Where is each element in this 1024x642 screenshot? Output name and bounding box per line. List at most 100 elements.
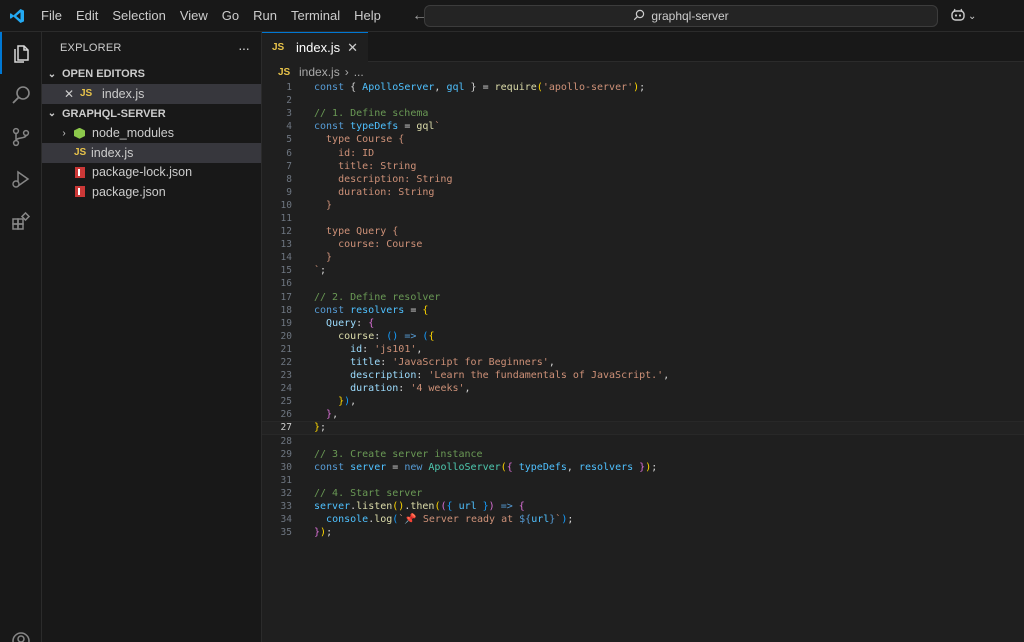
close-icon[interactable]: ✕ (64, 87, 80, 101)
line-number: 29 (280, 448, 292, 460)
code-line[interactable]: 32 // 4. Start server (262, 487, 1024, 500)
code-token: url (458, 501, 477, 513)
code-token: description: String (314, 173, 453, 185)
code-token: require (494, 82, 537, 94)
code-line[interactable]: 9 duration: String (262, 186, 1024, 199)
close-tab-icon[interactable]: ✕ (347, 40, 358, 56)
line-number: 21 (280, 343, 292, 355)
project-section[interactable]: ⌄ GRAPHQL-SERVER (42, 104, 261, 124)
code-editor[interactable]: 1 const { ApolloServer, gql } = require('… (262, 81, 1024, 539)
code-line[interactable]: 15 `; (262, 264, 1024, 277)
code-line[interactable]: 1 const { ApolloServer, gql } = require('… (262, 81, 1024, 94)
account-icon[interactable] (0, 620, 42, 642)
code-line[interactable]: 30 const server = new ApolloServer({ type… (262, 461, 1024, 474)
breadcrumb-file[interactable]: index.js (299, 65, 340, 79)
run-debug-icon[interactable] (0, 158, 42, 200)
line-number: 28 (280, 435, 292, 447)
copilot-icon (950, 8, 966, 25)
code-line[interactable]: 23 description: 'Learn the fundamentals … (262, 369, 1024, 382)
code-line[interactable]: 10 } (262, 199, 1024, 212)
code-token: new (404, 461, 429, 473)
line-number: 7 (286, 160, 292, 172)
code-token: { (506, 461, 519, 473)
code-line[interactable]: 19 Query: { (262, 317, 1024, 330)
code-line[interactable]: 5 type Course { (262, 133, 1024, 146)
tree-item-package-json[interactable]: package.json (42, 182, 261, 202)
extensions-icon[interactable] (0, 200, 42, 242)
line-number: 17 (280, 291, 292, 303)
code-line[interactable]: 2 (262, 94, 1024, 107)
menu-run[interactable]: Run (246, 0, 284, 32)
menu-terminal[interactable]: Terminal (284, 0, 347, 32)
code-line[interactable]: 13 course: Course (262, 238, 1024, 251)
code-token: typeDefs (350, 121, 399, 133)
editor-tabs: JS index.js ✕ (262, 32, 1024, 62)
tab-index-js[interactable]: JS index.js ✕ (262, 32, 368, 62)
code-line[interactable]: 18 const resolvers = { (262, 304, 1024, 317)
code-token: ; (567, 514, 574, 526)
line-source: const { ApolloServer, gql } = require('a… (314, 82, 645, 93)
code-line[interactable]: 7 title: String (262, 160, 1024, 173)
code-line[interactable]: 29 // 3. Create server instance (262, 448, 1024, 461)
code-line[interactable]: 17 // 2. Define resolver (262, 291, 1024, 304)
line-source: course: () => ({ (314, 331, 434, 342)
code-line[interactable]: 3 // 1. Define schema (262, 107, 1024, 120)
code-line[interactable]: 21 id: 'js101', (262, 343, 1024, 356)
source-control-icon[interactable] (0, 116, 42, 158)
explorer-title: EXPLORER (60, 42, 122, 54)
chevron-down-icon: ⌄ (47, 108, 57, 119)
code-token: '4 weeks' (410, 383, 465, 395)
code-line[interactable]: 24 duration: '4 weeks', (262, 382, 1024, 395)
more-actions-icon[interactable]: ··· (238, 40, 250, 56)
menu-help[interactable]: Help (347, 0, 388, 32)
code-line[interactable]: 16 (262, 277, 1024, 290)
line-number: 3 (286, 108, 292, 120)
code-line[interactable]: 31 (262, 474, 1024, 487)
code-line[interactable]: 4 const typeDefs = gql` (262, 120, 1024, 133)
code-token: const (314, 82, 351, 94)
code-line[interactable]: 6 id: ID (262, 146, 1024, 159)
code-token: 'js101' (374, 343, 417, 355)
code-line[interactable]: 28 (262, 435, 1024, 448)
code-line[interactable]: 12 type Query { (262, 225, 1024, 238)
explorer-icon[interactable] (0, 32, 42, 74)
code-token: { (428, 330, 435, 342)
menu-file[interactable]: File (34, 0, 69, 32)
code-token: console (326, 514, 369, 526)
line-source: console.log(`📌 Server ready at ${url}`); (314, 514, 573, 525)
code-line[interactable]: 11 (262, 212, 1024, 225)
tree-item-node-modules[interactable]: › node_modules (42, 124, 261, 144)
breadcrumb-symbol[interactable]: ... (354, 65, 364, 79)
code-line[interactable]: 34 console.log(`📌 Server ready at ${url}… (262, 513, 1024, 526)
code-token: ; (651, 461, 658, 473)
open-editor-item[interactable]: ✕ JS index.js (42, 84, 261, 104)
code-token: , (332, 409, 339, 421)
open-editors-section[interactable]: ⌄ OPEN EDITORS (42, 64, 261, 84)
code-line[interactable]: 22 title: 'JavaScript for Beginners', (262, 356, 1024, 369)
code-token: title (350, 357, 381, 369)
tab-label: index.js (296, 40, 341, 55)
command-center-search[interactable]: graphql-server (424, 5, 938, 27)
copilot-menu[interactable]: ⌄ (950, 8, 976, 25)
code-token: const (314, 461, 351, 473)
menu-selection[interactable]: Selection (105, 0, 172, 32)
search-icon[interactable] (0, 74, 42, 116)
code-line[interactable]: 25 }), (262, 395, 1024, 408)
code-token: ApolloServer (428, 461, 501, 473)
code-line[interactable]: 20 course: () => ({ (262, 330, 1024, 343)
code-token: , (350, 396, 357, 408)
tree-item-package-lock-json[interactable]: package-lock.json (42, 163, 261, 183)
code-line[interactable]: 8 description: String (262, 173, 1024, 186)
menu-view[interactable]: View (173, 0, 215, 32)
code-line[interactable]: 33 server.listen().then(({ url }) => { (262, 500, 1024, 513)
code-line[interactable]: 35}); (262, 526, 1024, 539)
menu-go[interactable]: Go (215, 0, 246, 32)
code-line[interactable]: 14 } (262, 251, 1024, 264)
code-line[interactable]: 27}; (262, 421, 1024, 435)
tree-item-index-js[interactable]: JS index.js (42, 143, 261, 163)
menu-edit[interactable]: Edit (69, 0, 105, 32)
code-line[interactable]: 26 }, (262, 408, 1024, 421)
